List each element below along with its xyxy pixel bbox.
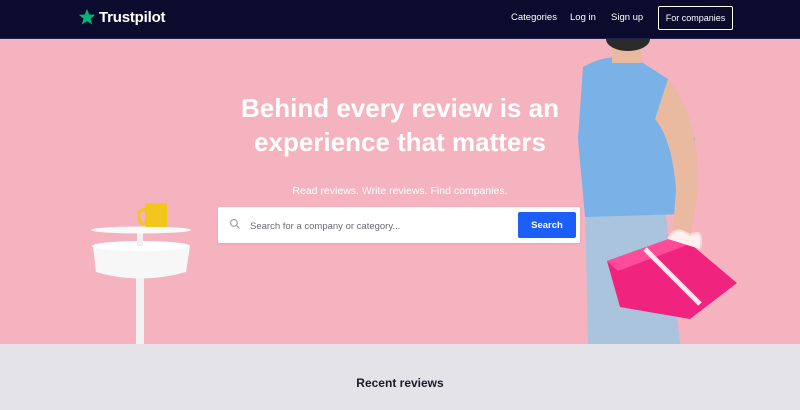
hero-headline: Behind every review is an experience tha… [0,91,800,159]
headline-line-1: Behind every review is an [241,93,559,123]
recent-reviews-title: Recent reviews [356,376,444,390]
search-icon [229,218,240,229]
nav-login-link[interactable]: Log in [570,12,596,23]
hero-subtitle: Read reviews. Write reviews. Find compan… [292,185,508,197]
for-companies-button[interactable]: For companies [658,6,733,30]
star-logo-icon [78,8,96,25]
search-bar: Search [218,207,580,243]
recent-reviews-section: Recent reviews [0,344,800,410]
top-navbar: Trustpilot Categories Log in Sign up For… [0,0,800,39]
hero-section: Behind every review is an experience tha… [0,39,800,344]
nav-signup-link[interactable]: Sign up [611,12,643,23]
brand-name: Trustpilot [99,8,166,26]
nav-categories-link[interactable]: Categories [511,12,557,23]
headline-line-2: experience that matters [254,127,546,157]
search-button[interactable]: Search [518,212,576,238]
trustpilot-logo[interactable]: Trustpilot [78,8,166,26]
search-input[interactable] [248,213,512,239]
